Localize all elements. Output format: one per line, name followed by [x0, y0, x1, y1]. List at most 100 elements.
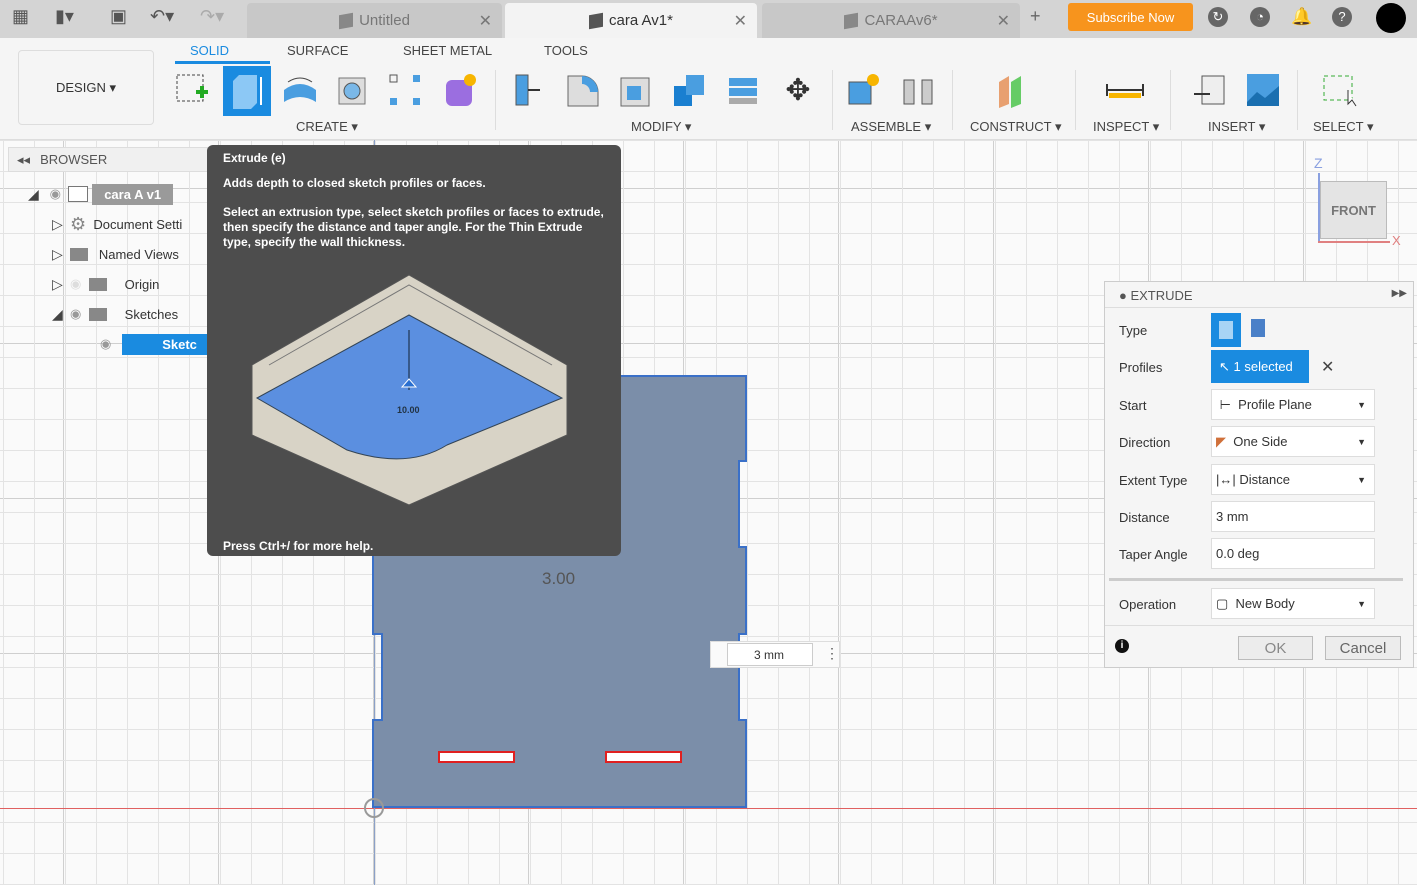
expand-triangle-icon[interactable]: ▷ — [52, 246, 63, 263]
tree-item-origin[interactable]: ▷ ◉ Origin — [52, 272, 211, 296]
tab-solid[interactable]: SOLID — [190, 43, 229, 58]
x-axis-label: X — [1392, 233, 1401, 248]
notification-bell-icon[interactable]: 🔔 — [1291, 7, 1312, 27]
taper-angle-input[interactable]: 0.0 deg — [1211, 538, 1375, 569]
tab-untitled[interactable]: Untitled ✕ — [247, 3, 502, 38]
offset-plane-icon[interactable] — [993, 70, 1033, 110]
divider — [1075, 70, 1076, 130]
browser-header[interactable]: ◂◂ BROWSER — [8, 147, 208, 172]
expand-triangle-icon[interactable]: ▷ — [52, 276, 63, 293]
more-options-icon[interactable]: ⋮ — [825, 645, 839, 662]
tooltip-footer: Press Ctrl+/ for more help. — [223, 539, 374, 553]
extent-type-dropdown[interactable]: |↔| Distance ▼ — [1211, 464, 1375, 495]
new-tab-plus-icon[interactable]: + — [1030, 6, 1041, 27]
tab-sheet-metal[interactable]: SHEET METAL — [403, 43, 492, 58]
illustration-dimension: 10.00 — [397, 405, 420, 415]
file-icon[interactable]: ▮▾ — [55, 6, 74, 27]
joint-icon[interactable] — [898, 70, 938, 110]
avatar[interactable] — [1376, 3, 1406, 33]
assemble-menu[interactable]: ASSEMBLE ▾ — [851, 119, 931, 135]
close-icon[interactable]: ✕ — [734, 11, 747, 31]
collapse-triangle-icon[interactable]: ◢ — [52, 306, 63, 323]
extrude-dialog: ● EXTRUDE ▶▶ Type Profiles ↖ 1 selected ✕… — [1104, 281, 1414, 668]
divider — [1170, 70, 1171, 130]
inspect-menu[interactable]: INSPECT ▾ — [1093, 119, 1159, 135]
shell-icon[interactable] — [615, 70, 655, 110]
eye-icon[interactable]: ◉ — [100, 336, 111, 352]
slot-profile[interactable] — [605, 751, 682, 763]
combine-icon[interactable] — [670, 70, 710, 110]
expand-triangle-icon[interactable]: ▷ — [52, 216, 63, 233]
clear-selection-icon[interactable]: ✕ — [1321, 357, 1334, 377]
move-icon[interactable]: ✥ — [778, 70, 818, 110]
fillet-icon[interactable] — [562, 70, 602, 110]
save-icon[interactable]: ▣ — [110, 6, 127, 27]
help-icon[interactable]: ? — [1332, 7, 1352, 27]
create-sketch-icon[interactable] — [172, 70, 212, 110]
view-cube[interactable]: Z X FRONT — [1310, 155, 1401, 250]
select-icon[interactable] — [1320, 70, 1360, 110]
eye-icon[interactable]: ◉ — [70, 306, 81, 322]
eye-hidden-icon[interactable]: ◉ — [70, 276, 81, 292]
tree-item-document-settings[interactable]: ▷ ⚙ Document Setti — [52, 212, 211, 236]
tree-item-sketch[interactable]: ◉ Sketc — [100, 332, 211, 356]
tab-tools[interactable]: TOOLS — [544, 43, 588, 58]
hole-icon[interactable] — [333, 70, 373, 110]
measure-icon[interactable] — [1105, 70, 1145, 110]
viewcube-front-face[interactable]: FRONT — [1320, 181, 1387, 239]
create-menu[interactable]: CREATE ▾ — [296, 119, 358, 135]
tab-cara-av1[interactable]: cara Av1* ✕ — [505, 3, 757, 38]
construct-menu[interactable]: CONSTRUCT ▾ — [970, 119, 1062, 135]
slot-profile[interactable] — [438, 751, 515, 763]
subscribe-button[interactable]: Subscribe Now — [1068, 3, 1193, 31]
tab-surface[interactable]: SURFACE — [287, 43, 348, 58]
insert-menu[interactable]: INSERT ▾ — [1208, 119, 1265, 135]
close-icon[interactable]: ✕ — [479, 11, 492, 31]
x-axis-line — [0, 808, 1417, 809]
collapse-icon[interactable]: ◂◂ — [17, 152, 30, 168]
extensions-icon[interactable]: ↻ — [1208, 7, 1228, 27]
expand-icon[interactable]: ▶▶ — [1392, 288, 1407, 299]
tree-label: Sketches — [124, 306, 179, 322]
extrude-icon[interactable] — [223, 66, 271, 116]
type-thin-button[interactable] — [1251, 319, 1265, 337]
undo-icon[interactable]: ↶▾ — [150, 6, 174, 27]
tree-item-named-views[interactable]: ▷ Named Views — [52, 242, 211, 266]
tab-caraav6[interactable]: CARAAv6* ✕ — [762, 3, 1020, 38]
press-pull-icon[interactable] — [508, 70, 548, 110]
insert-canvas-icon[interactable] — [1243, 70, 1283, 110]
revolve-icon[interactable] — [280, 70, 320, 110]
start-dropdown[interactable]: ⊢ Profile Plane ▼ — [1211, 389, 1375, 420]
direction-dropdown[interactable]: ◤ One Side ▼ — [1211, 426, 1375, 457]
insert-derive-icon[interactable] — [1190, 70, 1230, 110]
modify-menu[interactable]: MODIFY ▾ — [631, 119, 691, 135]
job-status-icon[interactable]: ◔ — [1250, 7, 1270, 27]
tree-root[interactable]: ◢ ◉ cara A v1 — [28, 182, 211, 206]
tree-item-sketches[interactable]: ◢ ◉ Sketches — [52, 302, 211, 326]
extrude-illustration: 10.00 — [251, 274, 568, 506]
pattern-icon[interactable] — [385, 70, 425, 110]
close-icon[interactable]: ✕ — [997, 11, 1010, 31]
type-solid-button[interactable] — [1211, 313, 1241, 347]
new-component-icon[interactable] — [843, 70, 883, 110]
design-workspace-button[interactable]: DESIGN ▾ — [18, 50, 154, 125]
eye-icon[interactable]: ◉ — [50, 186, 61, 202]
operation-dropdown[interactable]: ▢ New Body ▼ — [1211, 588, 1375, 619]
cancel-button[interactable]: Cancel — [1325, 636, 1401, 660]
info-icon[interactable]: i — [1115, 639, 1129, 653]
ok-button[interactable]: OK — [1238, 636, 1313, 660]
select-menu[interactable]: SELECT ▾ — [1313, 119, 1373, 135]
profiles-selection-button[interactable]: ↖ 1 selected — [1211, 350, 1309, 383]
apps-grid-icon[interactable]: ▦ — [12, 6, 29, 27]
taper-angle-label: Taper Angle — [1119, 547, 1188, 562]
dialog-header[interactable]: ● EXTRUDE ▶▶ — [1105, 282, 1413, 308]
distance-inline-input[interactable]: 3 mm — [727, 643, 813, 666]
create-form-icon[interactable] — [440, 70, 480, 110]
collapse-triangle-icon[interactable]: ◢ — [28, 186, 39, 203]
offset-face-icon[interactable] — [723, 70, 763, 110]
divider — [952, 70, 953, 130]
redo-icon[interactable]: ↷▾ — [200, 6, 224, 27]
document-icon — [844, 12, 859, 29]
distance-input[interactable]: 3 mm — [1211, 501, 1375, 532]
folder-icon — [88, 307, 107, 321]
